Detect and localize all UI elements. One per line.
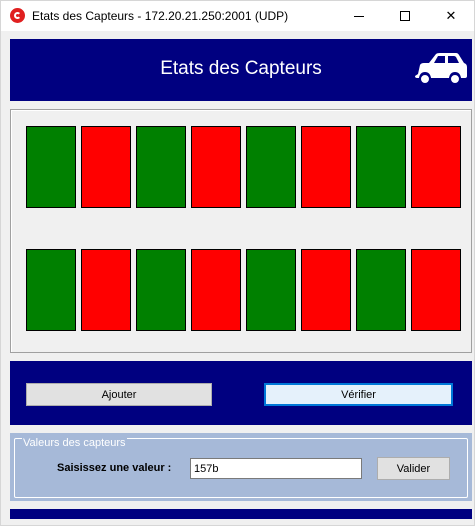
sensor-r2-8 bbox=[411, 249, 461, 331]
close-icon: ✕ bbox=[445, 8, 457, 23]
value-input-label: Saisissez une valeur : bbox=[57, 462, 172, 474]
header-banner: Etats des Capteurs bbox=[10, 39, 472, 101]
sensor-r1-5 bbox=[246, 126, 296, 208]
minimize-button[interactable] bbox=[336, 1, 382, 31]
add-button[interactable]: Ajouter bbox=[26, 383, 212, 406]
maximize-icon bbox=[400, 11, 410, 21]
sensor-r2-7 bbox=[356, 249, 406, 331]
sensor-r1-8 bbox=[411, 126, 461, 208]
group-legend: Valeurs des capteurs bbox=[22, 437, 127, 449]
sensor-r2-6 bbox=[301, 249, 351, 331]
car-icon bbox=[415, 53, 467, 85]
close-button[interactable]: ✕ bbox=[428, 1, 474, 31]
sensor-r2-5 bbox=[246, 249, 296, 331]
maximize-button[interactable] bbox=[382, 1, 428, 31]
sensor-r2-1 bbox=[26, 249, 76, 331]
sensor-r2-2 bbox=[81, 249, 131, 331]
sensor-r1-1 bbox=[26, 126, 76, 208]
sensor-r1-7 bbox=[356, 126, 406, 208]
validate-button[interactable]: Valider bbox=[377, 457, 450, 480]
sensor-r1-2 bbox=[81, 126, 131, 208]
sensor-r2-4 bbox=[191, 249, 241, 331]
bottom-bar bbox=[10, 509, 472, 519]
action-bar: Ajouter Vérifier bbox=[10, 361, 472, 425]
page-title: Etats des Capteurs bbox=[160, 58, 322, 79]
value-input[interactable] bbox=[190, 458, 362, 479]
sensor-r1-3 bbox=[136, 126, 186, 208]
minimize-icon bbox=[354, 15, 364, 17]
sensor-values-group: Valeurs des capteurs Saisissez une valeu… bbox=[10, 433, 472, 501]
verify-button[interactable]: Vérifier bbox=[264, 383, 453, 406]
sensor-r1-4 bbox=[191, 126, 241, 208]
app-icon bbox=[10, 8, 25, 23]
app-window: Etats des Capteurs - 172.20.21.250:2001 … bbox=[0, 0, 475, 526]
sensor-panel bbox=[10, 109, 472, 353]
sensor-r1-6 bbox=[301, 126, 351, 208]
sensor-r2-3 bbox=[136, 249, 186, 331]
title-bar[interactable]: Etats des Capteurs - 172.20.21.250:2001 … bbox=[1, 1, 474, 31]
window-title: Etats des Capteurs - 172.20.21.250:2001 … bbox=[32, 9, 289, 23]
